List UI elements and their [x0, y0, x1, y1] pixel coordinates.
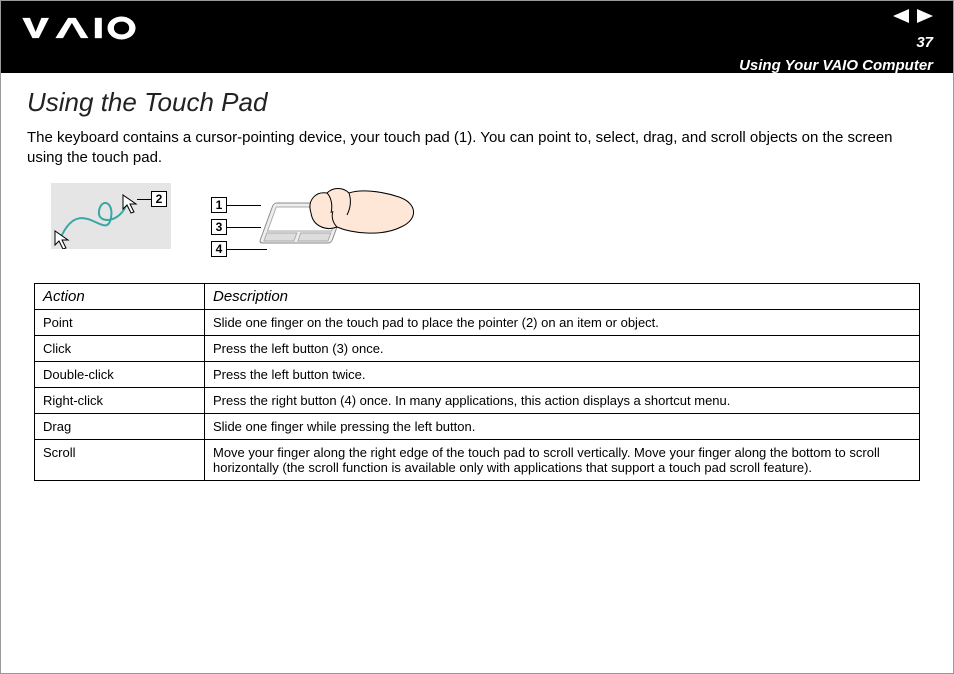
figure-touchpad-hand: 1 3 4	[211, 183, 421, 269]
cell-action: Double-click	[35, 361, 205, 387]
cell-action: Scroll	[35, 439, 205, 480]
prev-page-icon[interactable]	[893, 9, 909, 28]
table-row: Scroll Move your finger along the right …	[35, 439, 920, 480]
actions-table: Action Description Point Slide one finge…	[34, 283, 920, 481]
callout-3: 3	[211, 219, 227, 235]
table-row: Click Press the left button (3) once.	[35, 335, 920, 361]
table-row: Right-click Press the right button (4) o…	[35, 387, 920, 413]
figure-pointer-movement: 2	[51, 183, 171, 249]
next-page-icon[interactable]	[917, 9, 933, 28]
cell-action: Point	[35, 309, 205, 335]
document-page: 37 Using Your VAIO Computer Using the To…	[0, 0, 954, 674]
cell-description: Move your finger along the right edge of…	[205, 439, 920, 480]
cell-action: Right-click	[35, 387, 205, 413]
cell-description: Slide one finger on the touch pad to pla…	[205, 309, 920, 335]
figure-row: 2 1 3 4	[51, 183, 903, 269]
callout-4: 4	[211, 241, 227, 257]
table-header-row: Action Description	[35, 283, 920, 309]
page-header: 37 Using Your VAIO Computer	[1, 1, 953, 73]
cell-description: Press the left button twice.	[205, 361, 920, 387]
page-nav	[893, 9, 933, 28]
table-row: Point Slide one finger on the touch pad …	[35, 309, 920, 335]
col-header-description: Description	[205, 283, 920, 309]
callout-1: 1	[211, 197, 227, 213]
callout-2: 2	[151, 191, 167, 207]
cell-description: Press the left button (3) once.	[205, 335, 920, 361]
page-number: 37	[916, 34, 933, 51]
intro-paragraph: The keyboard contains a cursor-pointing …	[27, 128, 927, 169]
page-content: Using the Touch Pad The keyboard contain…	[1, 73, 953, 481]
cell-action: Click	[35, 335, 205, 361]
cell-description: Press the right button (4) once. In many…	[205, 387, 920, 413]
col-header-action: Action	[35, 283, 205, 309]
table-row: Drag Slide one finger while pressing the…	[35, 413, 920, 439]
callout-line	[137, 199, 151, 200]
cell-description: Slide one finger while pressing the left…	[205, 413, 920, 439]
cell-action: Drag	[35, 413, 205, 439]
header-right: 37 Using Your VAIO Computer	[739, 9, 933, 74]
section-title: Using Your VAIO Computer	[739, 57, 933, 74]
page-title: Using the Touch Pad	[27, 87, 927, 118]
vaio-logo	[21, 9, 161, 46]
table-row: Double-click Press the left button twice…	[35, 361, 920, 387]
